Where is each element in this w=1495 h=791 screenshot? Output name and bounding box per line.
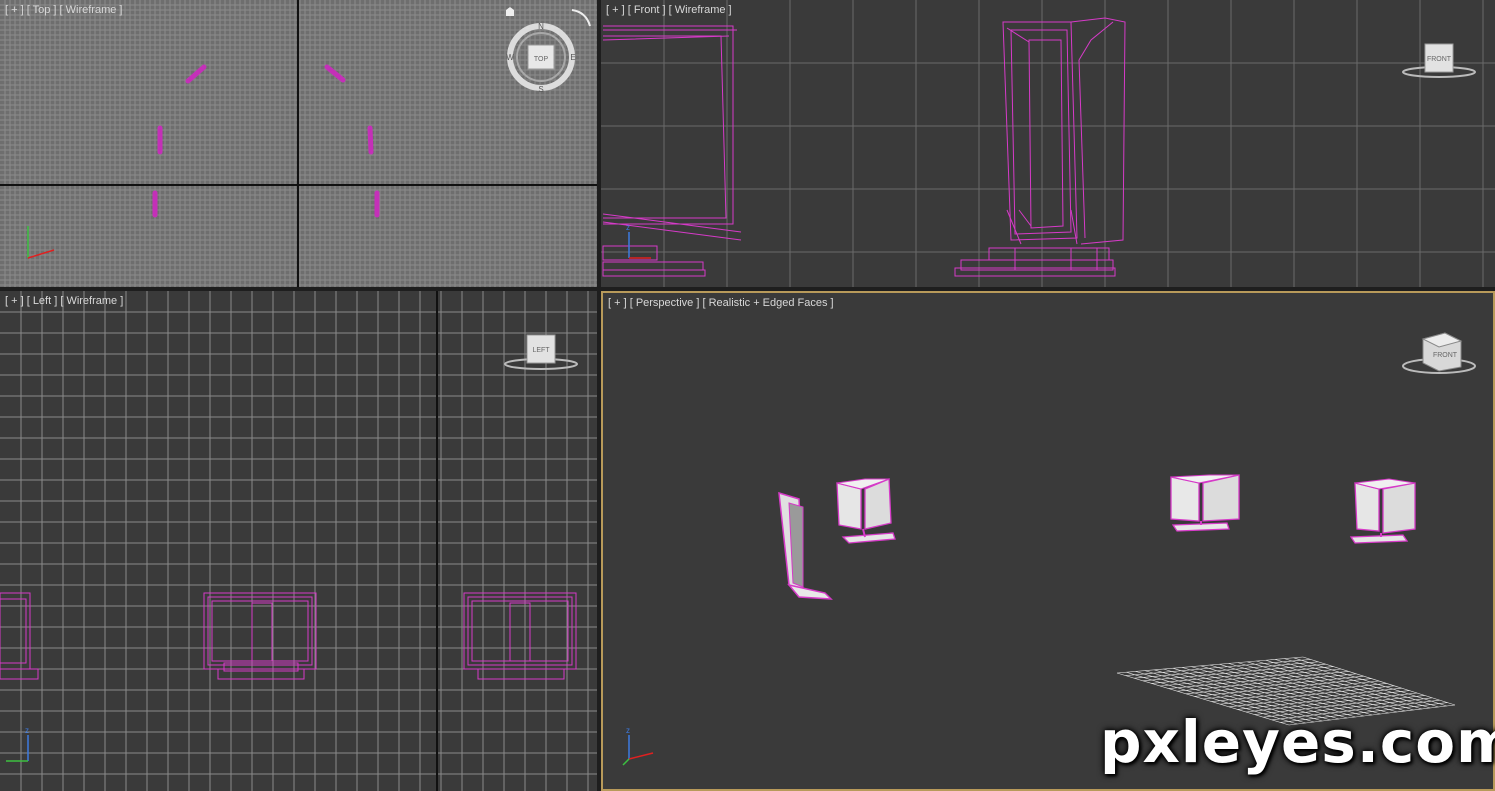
viewport-front[interactable]: z FRONT [ + ] [ Front ] [ Wireframe ] — [601, 0, 1495, 287]
viewport-divider-horizontal[interactable] — [0, 287, 1495, 291]
front-viewcube[interactable]: FRONT — [601, 0, 1495, 287]
rotate-icon — [571, 9, 591, 27]
left-viewcube[interactable]: LEFT — [0, 291, 597, 791]
top-cube-label: TOP — [534, 56, 549, 63]
compass-w: W — [506, 53, 514, 62]
top-viewcube[interactable]: TOP N E S W — [0, 0, 597, 287]
top-viewport-label[interactable]: [ + ] [ Top ] [ Wireframe ] — [5, 4, 122, 16]
compass-s: S — [538, 85, 543, 94]
perspective-viewport-label[interactable]: [ + ] [ Perspective ] [ Realistic + Edge… — [608, 297, 834, 309]
compass-e: E — [570, 53, 575, 62]
front-cube-label: FRONT — [1427, 56, 1452, 63]
left-viewport-label[interactable]: [ + ] [ Left ] [ Wireframe ] — [5, 295, 123, 307]
viewport-top[interactable]: TOP N E S W [ + ] [ Top ] [ Wireframe ] — [0, 0, 597, 287]
front-viewport-label[interactable]: [ + ] [ Front ] [ Wireframe ] — [606, 4, 732, 16]
viewport-divider-vertical[interactable] — [597, 0, 601, 791]
watermark: pxleyes.com — [1100, 708, 1495, 776]
left-cube-label: LEFT — [532, 347, 550, 354]
perspective-cube-label: FRONT — [1433, 352, 1458, 359]
viewport-left[interactable]: z LEFT [ + ] [ Left ] [ Wireframe ] — [0, 291, 597, 791]
compass-n: N — [538, 22, 544, 31]
home-icon — [506, 7, 514, 16]
